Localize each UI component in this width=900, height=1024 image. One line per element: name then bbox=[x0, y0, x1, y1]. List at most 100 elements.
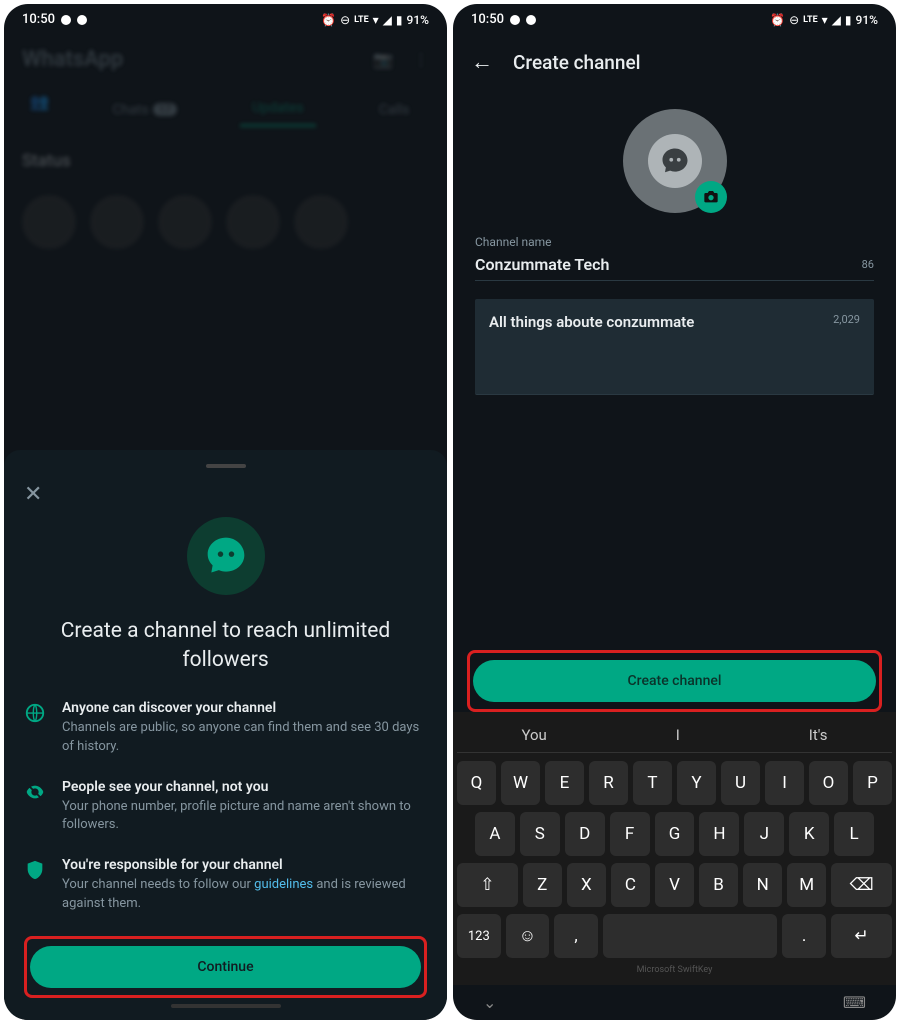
info-body: Your phone number, profile picture and n… bbox=[62, 798, 427, 836]
backspace-key[interactable]: ⌫ bbox=[831, 863, 892, 907]
lte-icon: LTE bbox=[803, 15, 818, 25]
status-avatar[interactable] bbox=[226, 195, 280, 249]
guidelines-link[interactable]: guidelines bbox=[254, 877, 313, 892]
more-icon[interactable]: ⋮ bbox=[413, 50, 429, 69]
key-k[interactable]: K bbox=[789, 812, 829, 856]
tab-updates[interactable]: Updates bbox=[240, 92, 316, 127]
sheet-title: Create a channel to reach unlimited foll… bbox=[24, 617, 427, 674]
key-c[interactable]: C bbox=[611, 863, 650, 907]
status-avatar[interactable] bbox=[90, 195, 144, 249]
space-key[interactable] bbox=[603, 914, 777, 958]
community-icon[interactable]: 👥 bbox=[30, 92, 50, 127]
close-icon[interactable]: ✕ bbox=[24, 482, 427, 507]
battery-percent: 91% bbox=[856, 13, 878, 27]
back-icon[interactable]: ← bbox=[471, 49, 493, 75]
channel-name-input[interactable]: Conzummate Tech bbox=[475, 255, 609, 274]
status-bar: 10:50 ⏰ ⊖ LTE ▾ ◢ ▮ 91% bbox=[4, 4, 447, 35]
key-e[interactable]: E bbox=[545, 761, 584, 805]
wifi-icon: ▾ bbox=[373, 13, 379, 27]
bottom-sheet: ✕ Create a channel to reach unlimited fo… bbox=[4, 450, 447, 1020]
tab-chats[interactable]: Chats17 bbox=[100, 92, 189, 127]
numbers-key[interactable]: 123 bbox=[457, 914, 501, 958]
key-h[interactable]: H bbox=[699, 812, 739, 856]
notification-dot-icon bbox=[526, 15, 536, 25]
key-q[interactable]: Q bbox=[457, 761, 496, 805]
emoji-key[interactable]: ☺ bbox=[506, 914, 550, 958]
shift-key[interactable]: ⇧ bbox=[457, 863, 518, 907]
status-time: 10:50 bbox=[471, 12, 504, 27]
phone-right: 10:50 ⏰ ⊖ LTE ▾ ◢ ▮ 91% ← Create channel bbox=[453, 4, 896, 1020]
key-x[interactable]: X bbox=[567, 863, 606, 907]
key-s[interactable]: S bbox=[520, 812, 560, 856]
info-body: Channels are public, so anyone can find … bbox=[62, 719, 427, 757]
nav-bar: ⌄ ⌨ bbox=[453, 985, 896, 1020]
camera-icon[interactable]: 📷 bbox=[373, 50, 393, 69]
page-title: Create channel bbox=[513, 51, 640, 74]
highlight-annotation: Continue bbox=[24, 936, 427, 998]
eye-off-icon bbox=[24, 781, 46, 803]
key-w[interactable]: W bbox=[501, 761, 540, 805]
key-v[interactable]: V bbox=[655, 863, 694, 907]
status-bar: 10:50 ⏰ ⊖ LTE ▾ ◢ ▮ 91% bbox=[453, 4, 896, 35]
key-j[interactable]: J bbox=[744, 812, 784, 856]
info-title: You're responsible for your channel bbox=[62, 857, 427, 873]
battery-icon: ▮ bbox=[845, 13, 852, 27]
sheet-handle[interactable] bbox=[206, 464, 246, 468]
key-o[interactable]: O bbox=[809, 761, 848, 805]
status-heading: Status bbox=[4, 137, 447, 185]
key-a[interactable]: A bbox=[475, 812, 515, 856]
key-b[interactable]: B bbox=[699, 863, 738, 907]
channel-icon bbox=[187, 517, 265, 595]
alarm-icon: ⏰ bbox=[770, 13, 785, 27]
suggestion[interactable]: It's bbox=[809, 726, 828, 744]
suggestion[interactable]: You bbox=[521, 726, 546, 744]
description-input[interactable]: All things aboute conzummate 2,029 bbox=[475, 299, 874, 395]
key-y[interactable]: Y bbox=[677, 761, 716, 805]
battery-percent: 91% bbox=[407, 13, 429, 27]
key-l[interactable]: L bbox=[834, 812, 874, 856]
period-key[interactable]: . bbox=[782, 914, 826, 958]
key-p[interactable]: P bbox=[853, 761, 892, 805]
channel-avatar[interactable] bbox=[623, 109, 727, 213]
home-indicator[interactable] bbox=[171, 1004, 281, 1008]
status-avatar[interactable] bbox=[158, 195, 212, 249]
continue-button[interactable]: Continue bbox=[30, 946, 421, 988]
key-d[interactable]: D bbox=[565, 812, 605, 856]
key-n[interactable]: N bbox=[743, 863, 782, 907]
key-t[interactable]: T bbox=[633, 761, 672, 805]
battery-icon: ▮ bbox=[396, 13, 403, 27]
key-r[interactable]: R bbox=[589, 761, 628, 805]
enter-key[interactable]: ↵ bbox=[831, 914, 892, 958]
key-z[interactable]: Z bbox=[523, 863, 562, 907]
status-avatar[interactable] bbox=[22, 195, 76, 249]
camera-badge-icon[interactable] bbox=[695, 181, 727, 213]
keyboard-switch-icon[interactable]: ⌨ bbox=[843, 993, 866, 1012]
name-label: Channel name bbox=[475, 235, 874, 249]
desc-char-count: 2,029 bbox=[833, 313, 860, 326]
key-g[interactable]: G bbox=[655, 812, 695, 856]
phone-left: 10:50 ⏰ ⊖ LTE ▾ ◢ ▮ 91% WhatsApp 📷 ⋮ 👥 C… bbox=[4, 4, 447, 1020]
key-u[interactable]: U bbox=[721, 761, 760, 805]
signal-icon: ◢ bbox=[383, 13, 392, 27]
create-channel-button[interactable]: Create channel bbox=[473, 660, 876, 702]
comma-key[interactable]: , bbox=[554, 914, 598, 958]
nav-down-icon[interactable]: ⌄ bbox=[483, 993, 496, 1012]
dnd-icon: ⊖ bbox=[340, 13, 350, 27]
tab-calls[interactable]: Calls bbox=[367, 92, 422, 127]
suggestion[interactable]: I bbox=[676, 726, 680, 744]
keyboard-brand: Microsoft SwiftKey bbox=[457, 965, 892, 975]
notification-dot-icon bbox=[510, 15, 520, 25]
globe-icon bbox=[24, 702, 46, 724]
app-title: WhatsApp bbox=[22, 47, 123, 72]
status-avatar[interactable] bbox=[294, 195, 348, 249]
name-char-count: 86 bbox=[862, 258, 874, 271]
dnd-icon: ⊖ bbox=[789, 13, 799, 27]
lte-icon: LTE bbox=[354, 15, 369, 25]
key-f[interactable]: F bbox=[610, 812, 650, 856]
description-value: All things aboute conzummate bbox=[489, 313, 694, 331]
key-i[interactable]: I bbox=[765, 761, 804, 805]
alarm-icon: ⏰ bbox=[321, 13, 336, 27]
key-m[interactable]: M bbox=[787, 863, 826, 907]
status-time: 10:50 bbox=[22, 12, 55, 27]
notification-dot-icon bbox=[61, 15, 71, 25]
